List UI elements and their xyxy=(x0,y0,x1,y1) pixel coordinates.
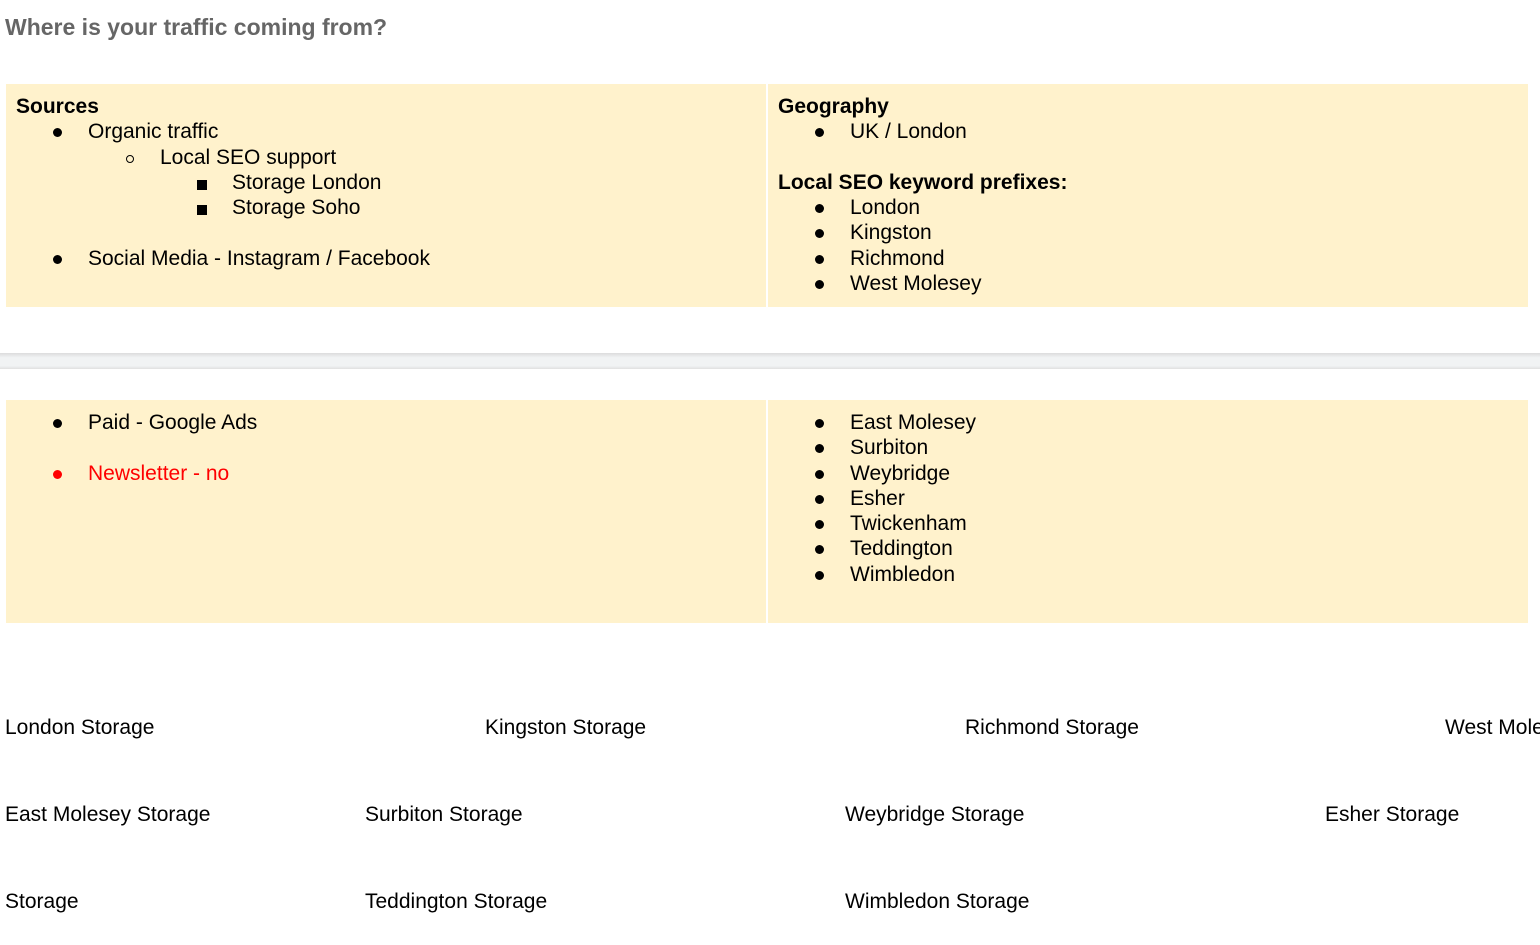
page-heading: Where is your traffic coming from? xyxy=(5,14,388,40)
geography-cell-continued[interactable]: East Molesey Surbiton Weybridge Esher Tw… xyxy=(768,400,1528,623)
list-item: Local SEO support xyxy=(16,145,756,170)
bullet-disc-icon xyxy=(53,254,62,264)
bullet-square-icon xyxy=(197,205,207,216)
list-item-warning: Newsletter - no xyxy=(16,461,756,486)
list-item: UK / London xyxy=(778,119,1518,144)
list-item: Kingston xyxy=(778,220,1518,245)
list-item: Storage London xyxy=(16,170,756,195)
sources-title: Sources xyxy=(16,95,99,118)
bullet-disc-icon xyxy=(53,128,62,138)
list-item: Richmond xyxy=(778,246,1518,271)
list-item: Twickenham xyxy=(778,511,1518,536)
sources-cell-continued[interactable]: Paid - Google Ads Newsletter - no xyxy=(6,400,766,623)
bullet-disc-icon xyxy=(815,128,824,138)
bullet-disc-icon xyxy=(815,229,824,239)
sources-cell[interactable]: Sources Organic traffic Local SEO suppor… xyxy=(6,84,766,307)
list-item: Storage Soho xyxy=(16,195,756,220)
keywords-line-1: London Storage Kingston Storage Richmond… xyxy=(5,716,1540,739)
bullet-square-icon xyxy=(197,179,207,190)
list-item: Wimbledon xyxy=(778,562,1518,587)
bullet-disc-icon xyxy=(815,204,824,214)
list-item: London xyxy=(778,195,1518,220)
list-item: Surbiton xyxy=(778,435,1518,460)
bullet-disc-icon xyxy=(815,570,824,580)
list-item: East Molesey xyxy=(778,410,1518,435)
bullet-disc-icon xyxy=(53,469,62,479)
keywords-line-3: Storage Teddington Storage Wimbledon Sto… xyxy=(5,890,1030,913)
geography-title: Geography xyxy=(778,95,889,118)
bullet-disc-icon xyxy=(815,280,824,290)
list-item: Esher xyxy=(778,486,1518,511)
keywords-line-2: East Molesey Storage Surbiton Storage We… xyxy=(5,803,1460,826)
bullet-disc-icon xyxy=(815,520,824,530)
list-item: Paid - Google Ads xyxy=(16,410,756,435)
bullet-disc-icon xyxy=(53,419,62,428)
bullet-disc-icon xyxy=(815,469,824,479)
list-item: Social Media - Instagram / Facebook xyxy=(16,246,756,271)
storage-keywords-paragraph[interactable]: London Storage Kingston Storage Richmond… xyxy=(5,655,1540,945)
bullet-disc-icon xyxy=(815,444,824,454)
page-break xyxy=(0,353,1540,369)
seo-prefixes-title: Local SEO keyword prefixes: xyxy=(778,170,1068,194)
traffic-table-bottom: Paid - Google Ads Newsletter - no East M… xyxy=(6,400,1528,623)
bullet-disc-icon xyxy=(815,419,824,428)
list-item: Weybridge xyxy=(778,461,1518,486)
bullet-circle-icon xyxy=(126,154,134,163)
bullet-disc-icon xyxy=(815,254,824,264)
list-item: Organic traffic xyxy=(16,119,756,144)
list-item: West Molesey xyxy=(778,271,1518,296)
traffic-table-top: Sources Organic traffic Local SEO suppor… xyxy=(6,84,1528,307)
list-item: Teddington xyxy=(778,536,1518,561)
bullet-disc-icon xyxy=(815,494,824,504)
geography-cell[interactable]: Geography UK / London Local SEO keyword … xyxy=(768,84,1528,307)
bullet-disc-icon xyxy=(815,545,824,555)
